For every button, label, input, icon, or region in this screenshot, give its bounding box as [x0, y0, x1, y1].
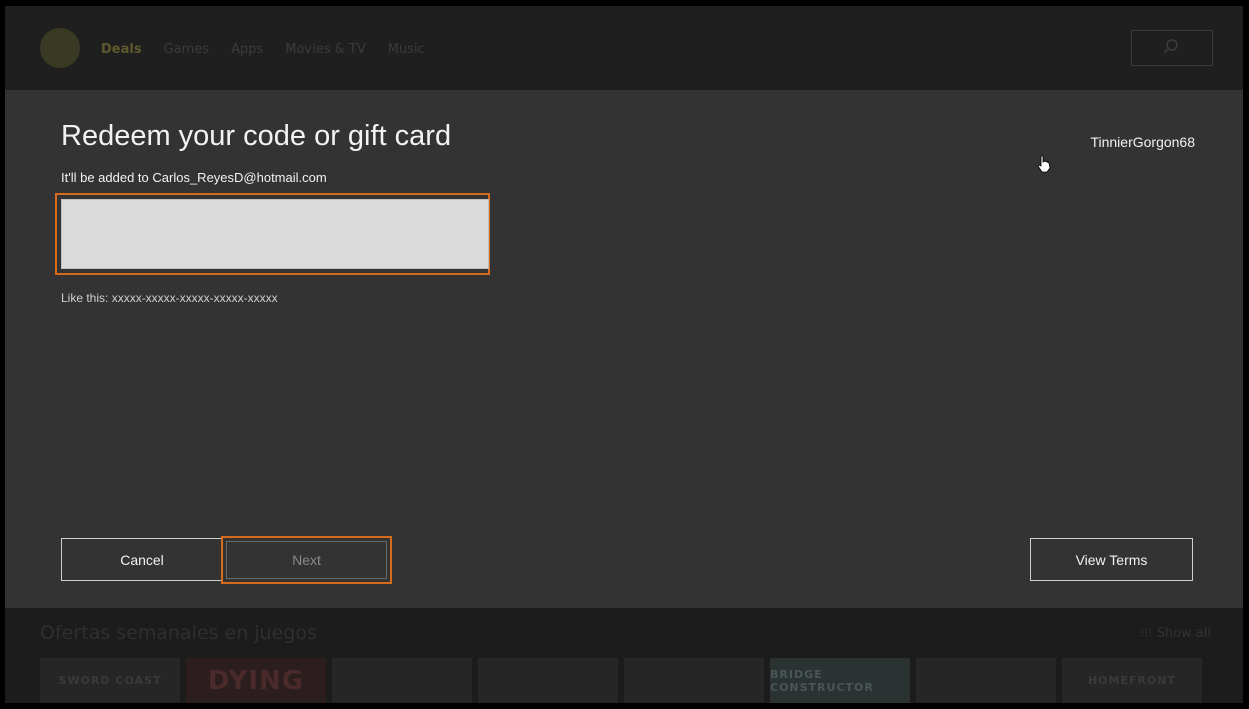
- game-tile: [916, 658, 1056, 703]
- store-top-bar: Deals Games Apps Movies & TV Music: [5, 6, 1243, 90]
- search-icon: [1163, 39, 1178, 54]
- game-tile: BRIDGE CONSTRUCTOR: [770, 658, 910, 703]
- grid-icon: ⁝⁝⁝: [1140, 626, 1157, 641]
- game-tile: [332, 658, 472, 703]
- next-button[interactable]: Next: [221, 536, 392, 584]
- search-button: [1131, 30, 1213, 66]
- nav-games: Games: [163, 42, 210, 57]
- nav-music: Music: [387, 42, 425, 57]
- nav-deals: Deals: [101, 42, 142, 57]
- game-tiles: SWORD COAST DYING BRIDGE CONSTRUCTOR HOM…: [40, 658, 1202, 703]
- redeem-dialog: Redeem your code or gift card It'll be a…: [5, 90, 1243, 608]
- next-button-label: Next: [292, 552, 321, 568]
- show-all-label: Show all: [1156, 626, 1211, 641]
- game-tile: SWORD COAST: [40, 658, 180, 703]
- nav-movies-tv: Movies & TV: [285, 42, 366, 57]
- xbox-screen: Deals Games Apps Movies & TV Music Redee…: [5, 6, 1243, 703]
- cancel-button[interactable]: Cancel: [61, 538, 223, 581]
- game-tile: HOMEFRONT: [1062, 658, 1202, 703]
- show-all-link: ⁝⁝⁝ Show all: [1140, 626, 1211, 641]
- account-subtitle: It'll be added to Carlos_ReyesD@hotmail.…: [61, 170, 327, 185]
- code-input[interactable]: [61, 199, 489, 269]
- hand-cursor-icon: [1037, 155, 1051, 173]
- section-title: Ofertas semanales en juegos: [40, 622, 317, 644]
- page-title: Redeem your code or gift card: [61, 120, 452, 152]
- gamertag: TinnierGorgon68: [1090, 134, 1195, 150]
- avatar: [40, 28, 80, 68]
- nav-apps: Apps: [231, 42, 264, 57]
- code-format-hint: Like this: xxxxx-xxxxx-xxxxx-xxxxx-xxxxx: [61, 291, 278, 305]
- game-tile: [624, 658, 764, 703]
- game-tile: DYING: [186, 658, 326, 703]
- store-nav: Deals Games Apps Movies & TV Music: [101, 42, 425, 57]
- game-tile: [478, 658, 618, 703]
- deals-strip: Ofertas semanales en juegos ⁝⁝⁝ Show all…: [5, 608, 1243, 703]
- view-terms-button[interactable]: View Terms: [1030, 538, 1193, 581]
